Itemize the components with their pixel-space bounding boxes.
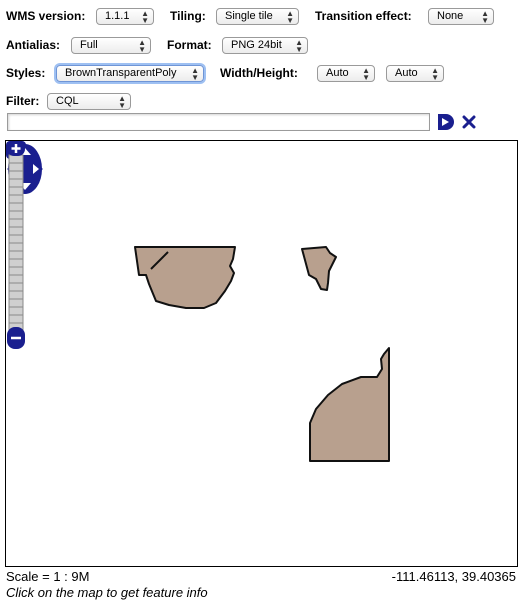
close-icon[interactable] xyxy=(461,114,477,130)
styles-select[interactable]: BrownTransparentPoly ▲ ▼ xyxy=(56,64,204,82)
map-preview-page: WMS version: 1.1.1 ▲ ▼ Tiling: Single til… xyxy=(0,0,524,603)
select-arrows-icon: ▲ ▼ xyxy=(362,65,370,82)
format-value: PNG 24bit xyxy=(231,38,282,51)
antialias-label: Antialias: xyxy=(6,38,61,52)
tiling-value: Single tile xyxy=(225,9,273,22)
map-viewport[interactable] xyxy=(5,140,518,567)
select-arrows-icon: ▲ ▼ xyxy=(191,65,199,82)
wms-version-label: WMS version: xyxy=(6,9,86,23)
width-height-label: Width/Height: xyxy=(220,66,298,80)
height-select[interactable]: Auto ▲ ▼ xyxy=(386,64,444,82)
filter-type-select[interactable]: CQL ▲ ▼ xyxy=(47,92,131,110)
select-arrows-icon: ▲ ▼ xyxy=(286,8,294,25)
zoom-in-icon[interactable] xyxy=(7,141,25,156)
select-arrows-icon: ▲ ▼ xyxy=(295,37,303,54)
antialias-select[interactable]: Full ▲ ▼ xyxy=(71,36,151,54)
height-value: Auto xyxy=(395,66,418,79)
filter-type-value: CQL xyxy=(56,94,79,107)
map-features-layer[interactable] xyxy=(6,141,518,567)
filter-label: Filter: xyxy=(6,94,40,108)
styles-label: Styles: xyxy=(6,66,46,80)
transition-effect-label: Transition effect: xyxy=(315,9,412,23)
map-polygon-feature[interactable] xyxy=(309,347,390,462)
tiling-label: Tiling: xyxy=(170,9,206,23)
zoom-slider[interactable] xyxy=(6,141,26,351)
width-select[interactable]: Auto ▲ ▼ xyxy=(317,64,375,82)
select-arrows-icon: ▲ ▼ xyxy=(431,65,439,82)
width-value: Auto xyxy=(326,66,349,79)
feature-info-hint: Click on the map to get feature info xyxy=(6,585,208,600)
select-arrows-icon: ▲ ▼ xyxy=(138,37,146,54)
format-label: Format: xyxy=(167,38,212,52)
wms-version-select[interactable]: 1.1.1 ▲ ▼ xyxy=(96,7,154,25)
play-icon[interactable] xyxy=(436,113,456,131)
filter-expression-input[interactable] xyxy=(7,113,430,131)
antialias-value: Full xyxy=(80,38,98,51)
scale-readout: Scale = 1 : 9M xyxy=(6,569,90,584)
format-select[interactable]: PNG 24bit ▲ ▼ xyxy=(222,36,308,54)
transition-effect-select[interactable]: None ▲ ▼ xyxy=(428,7,494,25)
coordinate-readout: -111.46113, 39.40365 xyxy=(391,569,516,584)
styles-value: BrownTransparentPoly xyxy=(65,66,177,79)
wms-version-value: 1.1.1 xyxy=(105,9,130,22)
tiling-select[interactable]: Single tile ▲ ▼ xyxy=(216,7,299,25)
zoom-out-icon[interactable] xyxy=(7,327,25,349)
select-arrows-icon: ▲ ▼ xyxy=(481,8,489,25)
select-arrows-icon: ▲ ▼ xyxy=(118,93,126,110)
map-polygon-feature[interactable] xyxy=(134,246,236,309)
transition-effect-value: None xyxy=(437,9,464,22)
select-arrows-icon: ▲ ▼ xyxy=(141,8,149,25)
map-polygon-feature[interactable] xyxy=(301,246,337,291)
